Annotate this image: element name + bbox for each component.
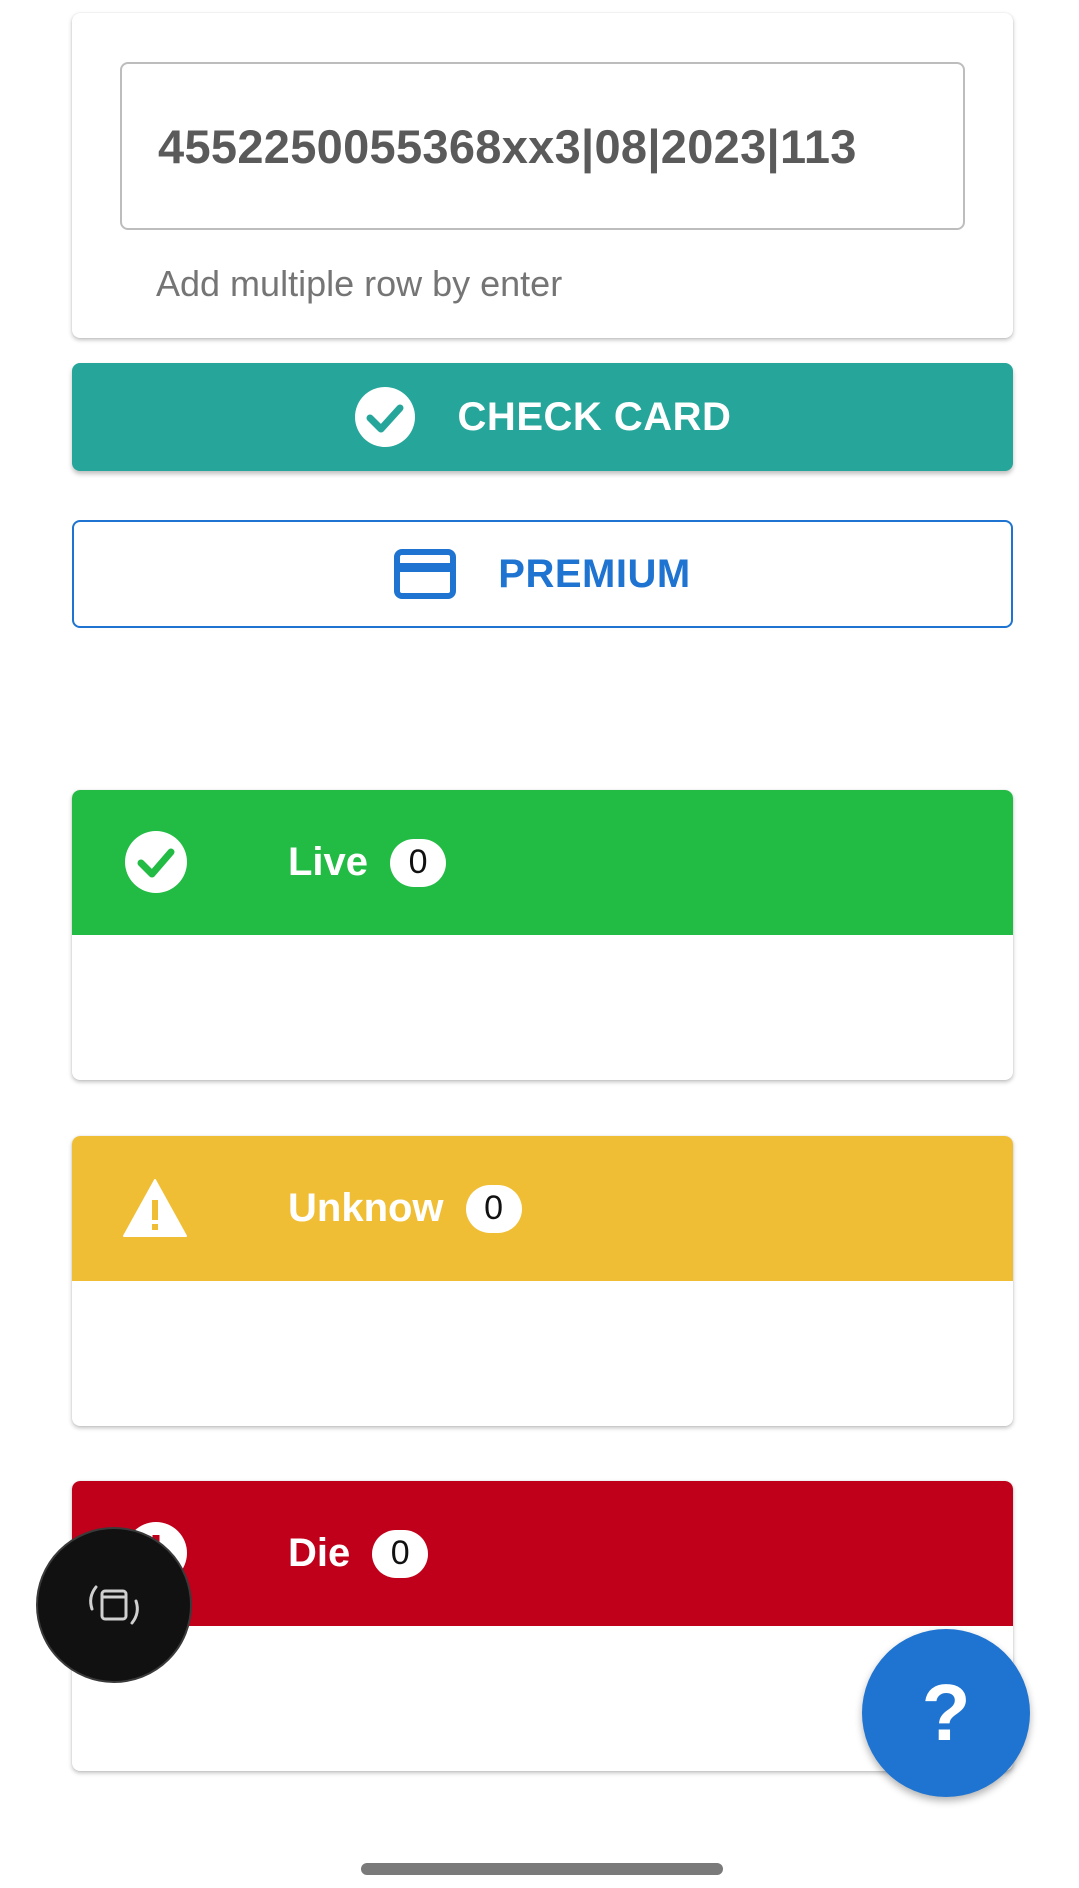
check-card-button[interactable]: CHECK CARD [72, 363, 1013, 471]
die-panel-label: Die [288, 1531, 351, 1575]
live-panel: Live 0 [72, 790, 1013, 1080]
rotate-screen-icon [89, 1585, 139, 1625]
unknow-panel-header[interactable]: Unknow 0 [72, 1136, 1013, 1281]
card-input-helper-text: Add multiple row by enter [156, 263, 563, 304]
live-panel-label: Live [288, 840, 369, 884]
home-indicator[interactable] [361, 1863, 723, 1875]
unknow-count-badge: 0 [465, 1184, 522, 1233]
card-input-panel: 4552250055368xx3|08|2023|113 Add multipl… [72, 13, 1013, 338]
premium-label: PREMIUM [498, 551, 691, 596]
rotate-screen-button[interactable] [36, 1527, 192, 1683]
check-card-label: CHECK CARD [457, 394, 732, 439]
premium-button[interactable]: PREMIUM [72, 520, 1013, 628]
die-count-badge: 0 [372, 1529, 429, 1578]
card-input-field[interactable]: 4552250055368xx3|08|2023|113 [120, 62, 965, 230]
check-circle-icon [354, 387, 415, 447]
warning-icon [123, 1179, 187, 1237]
card-input-value[interactable]: 4552250055368xx3|08|2023|113 [158, 64, 857, 228]
unknow-panel-label: Unknow [288, 1186, 444, 1230]
help-button[interactable]: ? [862, 1629, 1030, 1797]
credit-card-icon [394, 549, 457, 599]
check-circle-icon [125, 831, 187, 893]
die-panel-header[interactable]: Die 0 [72, 1481, 1013, 1626]
unknow-panel: Unknow 0 [72, 1136, 1013, 1426]
live-panel-header[interactable]: Live 0 [72, 790, 1013, 935]
live-count-badge: 0 [390, 838, 447, 887]
help-icon: ? [921, 1668, 971, 1757]
